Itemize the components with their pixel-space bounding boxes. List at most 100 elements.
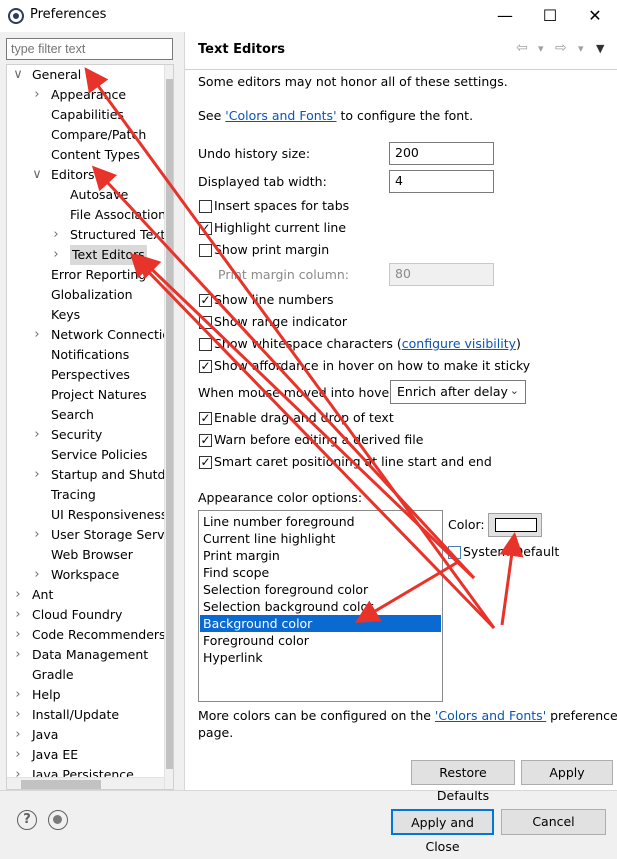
apply-and-close-button[interactable]: Apply and Close: [391, 809, 494, 854]
color-option-item[interactable]: Background color: [200, 615, 441, 632]
tree-item[interactable]: Project Natures: [51, 385, 147, 405]
hover-combo[interactable]: Enrich after delay ⌄: [390, 380, 526, 404]
highlight-line-checkbox[interactable]: [199, 222, 212, 235]
color-options-list[interactable]: Line number foreground Current line highl…: [198, 510, 443, 702]
chevron-right-icon[interactable]: ›: [13, 625, 23, 645]
tree-item[interactable]: General: [32, 65, 81, 85]
tree-item[interactable]: Notifications: [51, 345, 129, 365]
chevron-right-icon[interactable]: ›: [32, 565, 42, 585]
tree-item[interactable]: Web Browser: [51, 545, 133, 565]
close-button[interactable]: ✕: [580, 4, 610, 28]
tree-hscroll-thumb[interactable]: [21, 780, 101, 789]
configure-visibility-link[interactable]: configure visibility: [402, 336, 516, 351]
line-numbers-checkbox[interactable]: [199, 294, 212, 307]
color-option-item[interactable]: Line number foreground: [200, 513, 441, 530]
tree-item[interactable]: User Storage Service: [51, 525, 173, 545]
tree-item[interactable]: Cloud Foundry: [32, 605, 122, 625]
tree-item[interactable]: Error Reporting: [51, 265, 146, 285]
tree-item[interactable]: UI Responsiveness: [51, 505, 167, 525]
more-colors-link[interactable]: 'Colors and Fonts': [435, 708, 546, 723]
tree-item[interactable]: Perspectives: [51, 365, 130, 385]
tab-width-field[interactable]: 4: [389, 170, 494, 193]
color-option-item[interactable]: Hyperlink: [200, 649, 441, 666]
tree-item[interactable]: Startup and Shutdown: [51, 465, 173, 485]
range-indicator-checkbox[interactable]: [199, 316, 212, 329]
preference-tree[interactable]: ∨ General › Appearance Capabilities Compare/P…: [6, 64, 174, 790]
tree-item[interactable]: Workspace: [51, 565, 119, 585]
import-export-icon[interactable]: [48, 810, 68, 830]
tree-item[interactable]: Service Policies: [51, 445, 147, 465]
tree-item[interactable]: Java: [32, 725, 58, 745]
drag-drop-checkbox[interactable]: [199, 412, 212, 425]
tree-item[interactable]: Editors: [51, 165, 95, 185]
tree-item[interactable]: Network Connections: [51, 325, 173, 345]
color-picker-button[interactable]: [488, 513, 542, 537]
restore-defaults-button[interactable]: Restore Defaults: [411, 760, 515, 803]
tree-item[interactable]: Data Management: [32, 645, 148, 665]
chevron-right-icon[interactable]: ›: [13, 685, 23, 705]
tree-item[interactable]: Compare/Patch: [51, 125, 146, 145]
tree-item[interactable]: Structured Text: [70, 225, 165, 245]
chevron-right-icon[interactable]: ›: [13, 605, 23, 625]
insert-spaces-checkbox[interactable]: [199, 200, 212, 213]
chevron-right-icon[interactable]: ›: [32, 85, 42, 105]
whitespace-checkbox[interactable]: [199, 338, 212, 351]
tree-item[interactable]: Keys: [51, 305, 80, 325]
color-option-item[interactable]: Selection background color: [200, 598, 441, 615]
chevron-right-icon[interactable]: ›: [32, 325, 42, 345]
tree-item[interactable]: File Associations: [70, 205, 173, 225]
tree-item[interactable]: Appearance: [51, 85, 126, 105]
color-option-item[interactable]: Current line highlight: [200, 530, 441, 547]
chevron-down-icon[interactable]: ∨: [32, 165, 42, 185]
chevron-right-icon[interactable]: ›: [32, 465, 42, 485]
tree-item[interactable]: Capabilities: [51, 105, 124, 125]
chevron-right-icon[interactable]: ›: [13, 745, 23, 765]
maximize-button[interactable]: ☐: [535, 4, 565, 28]
tree-item[interactable]: Content Types: [51, 145, 140, 165]
forward-icon[interactable]: ⇨: [555, 40, 567, 56]
tree-vertical-scrollbar[interactable]: [164, 65, 173, 789]
cancel-button[interactable]: Cancel: [501, 809, 606, 835]
chevron-right-icon[interactable]: ›: [32, 525, 42, 545]
chevron-right-icon[interactable]: ›: [13, 645, 23, 665]
affordance-checkbox[interactable]: [199, 360, 212, 373]
chevron-right-icon[interactable]: ›: [51, 245, 61, 265]
tree-item[interactable]: Java EE: [32, 745, 78, 765]
chevron-right-icon[interactable]: ›: [13, 725, 23, 745]
color-option-item[interactable]: Find scope: [200, 564, 441, 581]
chevron-right-icon[interactable]: ›: [13, 705, 23, 725]
forward-menu-icon[interactable]: ▾: [578, 42, 584, 55]
view-menu-icon[interactable]: ▼: [596, 42, 604, 55]
tree-item[interactable]: Autosave: [70, 185, 128, 205]
minimize-button[interactable]: —: [490, 4, 520, 28]
tree-item[interactable]: Tracing: [51, 485, 96, 505]
filter-input[interactable]: [6, 38, 173, 60]
chevron-right-icon[interactable]: ›: [51, 225, 61, 245]
back-icon[interactable]: ⇦: [516, 40, 528, 56]
apply-button[interactable]: Apply: [521, 760, 613, 785]
warn-derived-checkbox[interactable]: [199, 434, 212, 447]
system-default-checkbox[interactable]: [448, 546, 461, 559]
tree-item[interactable]: Search: [51, 405, 94, 425]
print-margin-checkbox[interactable]: [199, 244, 212, 257]
chevron-right-icon[interactable]: ›: [32, 425, 42, 445]
tree-scroll-thumb[interactable]: [166, 79, 173, 769]
color-option-item[interactable]: Selection foreground color: [200, 581, 441, 598]
back-menu-icon[interactable]: ▾: [538, 42, 544, 55]
tree-item[interactable]: Gradle: [32, 665, 74, 685]
tree-item[interactable]: Code Recommenders: [32, 625, 166, 645]
tree-item[interactable]: Security: [51, 425, 102, 445]
tree-item[interactable]: Help: [32, 685, 61, 705]
color-option-item[interactable]: Foreground color: [200, 632, 441, 649]
tree-item[interactable]: Install/Update: [32, 705, 119, 725]
chevron-right-icon[interactable]: ›: [13, 585, 23, 605]
chevron-down-icon[interactable]: ∨: [13, 65, 23, 85]
tree-horizontal-scrollbar[interactable]: [7, 777, 164, 789]
tree-item[interactable]: Globalization: [51, 285, 133, 305]
help-icon[interactable]: ?: [17, 810, 37, 830]
smart-caret-checkbox[interactable]: [199, 456, 212, 469]
colors-fonts-link[interactable]: 'Colors and Fonts': [225, 108, 336, 123]
color-option-item[interactable]: Print margin: [200, 547, 441, 564]
undo-history-field[interactable]: 200: [389, 142, 494, 165]
tree-item[interactable]: Ant: [32, 585, 53, 605]
